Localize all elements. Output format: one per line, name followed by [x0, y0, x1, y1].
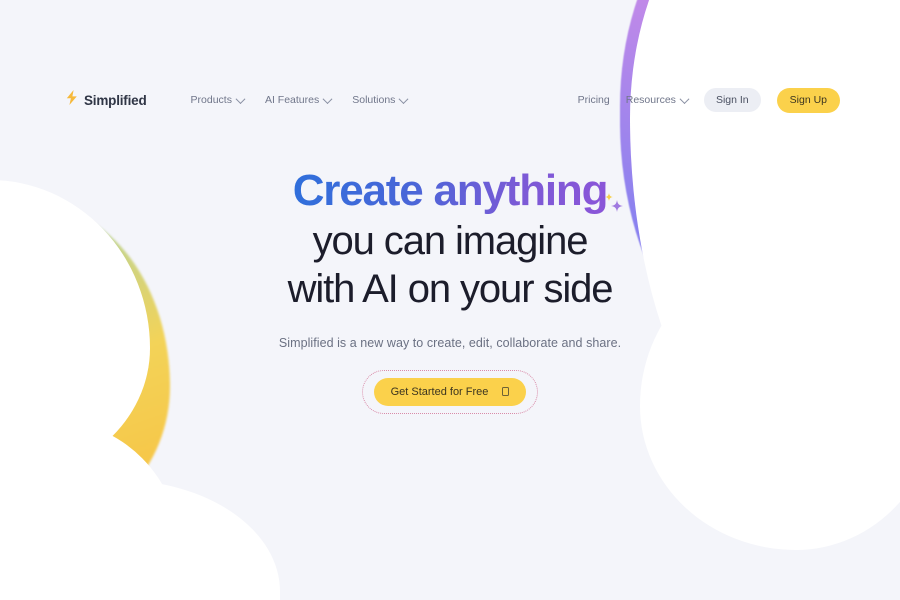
brand-name: Simplified	[84, 92, 147, 108]
chevron-down-icon	[398, 93, 409, 104]
nav-item-ai-features[interactable]: AI Features	[264, 93, 333, 106]
nav-item-resources[interactable]: Resources	[625, 93, 690, 106]
sparkle-group	[603, 164, 625, 212]
nav-item-ai-features-label: AI Features	[264, 94, 320, 106]
get-started-button[interactable]: Get Started for Free	[373, 377, 527, 406]
main-navbar: Simplified Products AI Features Solution…	[0, 72, 900, 128]
headline-line-1: Create anything	[292, 166, 624, 215]
nav-item-pricing[interactable]: Pricing	[578, 94, 610, 106]
sign-in-button[interactable]: Sign In	[703, 88, 761, 112]
hero-subtitle: Simplified is a new way to create, edit,…	[278, 335, 622, 350]
nav-item-resources-label: Resources	[625, 94, 676, 106]
cta-focus-wrapper: Get Started for Free	[361, 369, 539, 414]
brand-logo[interactable]: Simplified	[66, 90, 147, 110]
nav-item-products-label: Products	[190, 94, 232, 106]
nav-right-group: Pricing Resources Sign In Sign Up	[578, 87, 840, 113]
headline-line-3: with AI on your side	[287, 266, 614, 311]
partner-logo-strip	[0, 558, 900, 600]
headline-line-1-text: Create anything	[292, 166, 608, 215]
sparkle-large-icon	[611, 175, 624, 222]
nav-item-solutions-label: Solutions	[352, 94, 396, 106]
chevron-down-icon	[235, 93, 246, 104]
nav-left-group: Products AI Features Solutions	[190, 93, 409, 106]
chevron-down-icon	[322, 93, 333, 104]
nav-item-solutions[interactable]: Solutions	[352, 93, 409, 106]
hero-section: Create anything you can imagine with AI …	[0, 0, 900, 414]
sign-up-button[interactable]: Sign Up	[776, 87, 840, 113]
nav-item-pricing-label: Pricing	[577, 94, 610, 106]
lightning-bolt-icon	[66, 90, 79, 110]
chevron-down-icon	[679, 93, 690, 104]
headline-line-2: you can imagine	[312, 218, 589, 263]
get-started-button-label: Get Started for Free	[390, 385, 489, 398]
square-outline-icon	[502, 387, 510, 397]
nav-item-products[interactable]: Products	[190, 93, 246, 106]
